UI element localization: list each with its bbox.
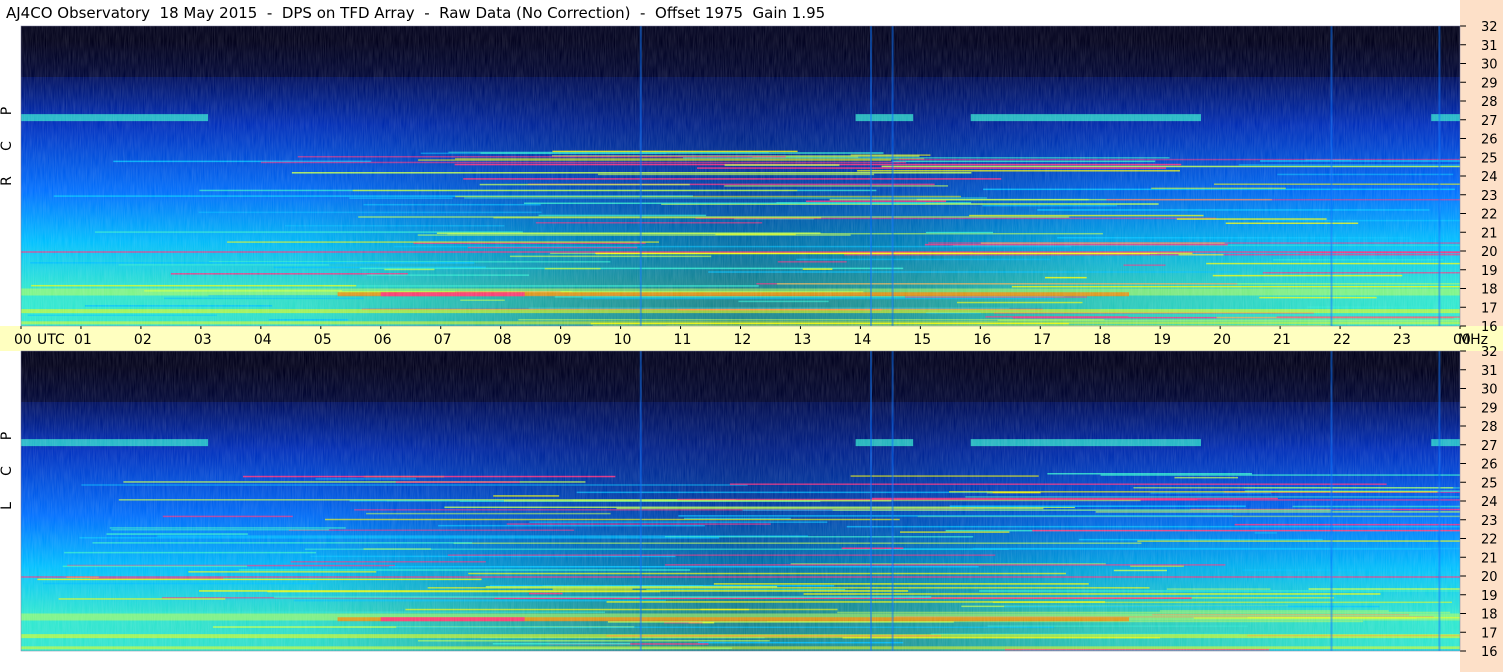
y-tick-label: 18: [1481, 608, 1498, 623]
x-tick-label: 19: [1153, 332, 1171, 348]
x-tick-label: 03: [194, 332, 212, 348]
y-tick-label: 32: [1481, 20, 1498, 35]
x-tick-label: 12: [734, 332, 752, 348]
y-tick-label: 31: [1481, 39, 1498, 54]
x-tick-label: 22: [1333, 332, 1351, 348]
y-tick-label: 20: [1481, 570, 1498, 585]
y-tick-label: 19: [1481, 589, 1498, 604]
x-tick-label: 23: [1393, 332, 1411, 348]
y-tick-label: 26: [1481, 133, 1498, 148]
y-tick-label: 26: [1481, 458, 1498, 473]
x-tick-label: 09: [554, 332, 572, 348]
noise-texture: [21, 26, 1460, 326]
polarization-letter: R: [0, 176, 15, 186]
x-tick-label: 13: [793, 332, 811, 348]
polarization-letter: P: [0, 107, 15, 115]
spectrogram-panel-1: [21, 26, 1460, 327]
y-tick-label: 27: [1481, 114, 1498, 129]
x-tick-label: 11: [674, 332, 692, 348]
x-tick-label: 14: [853, 332, 871, 348]
x-tick-label: 02: [134, 332, 152, 348]
y-tick-label: 25: [1481, 476, 1498, 491]
y-tick-label: 29: [1481, 401, 1498, 416]
x-tick-label: 16: [973, 332, 991, 348]
y-tick-label: 28: [1481, 95, 1498, 110]
x-tick-label: 06: [374, 332, 392, 348]
y-tick-label: 24: [1481, 495, 1498, 510]
x-tick-label: 18: [1093, 332, 1111, 348]
y-tick-label: 30: [1481, 383, 1498, 398]
y-tick-label: 18: [1481, 283, 1498, 298]
x-tick-label: 04: [254, 332, 272, 348]
y-tick-label: 32: [1481, 345, 1498, 360]
x-tick-label: 05: [314, 332, 332, 348]
y-tick-label: 31: [1481, 364, 1498, 379]
polarization-letter: C: [0, 141, 15, 151]
x-tick-label: 08: [494, 332, 512, 348]
spectrogram-panel-2: [21, 351, 1460, 651]
x-tick-label: 01: [74, 332, 92, 348]
y-tick-label: 22: [1481, 533, 1498, 548]
y-tick-label: 24: [1481, 170, 1498, 185]
y-tick-label: 25: [1481, 151, 1498, 166]
spectrogram-chart: 00 01 02 03 04 05 06 07 08 09 10 11 12 13 14 15 16 17 18 19…: [0, 0, 1503, 672]
x-tick-label: 21: [1273, 332, 1291, 348]
time-axis: 00 01 02 03 04 05 06 07 08 09 10 11 12 13 14 15 16 17 18 19…: [0, 326, 1503, 351]
y-tick-label: 27: [1481, 439, 1498, 454]
x-tick-label: 07: [434, 332, 452, 348]
x-tick-label: 10: [614, 332, 632, 348]
y-tick-label: 17: [1481, 301, 1498, 316]
x-unit-label: UTC: [37, 332, 65, 348]
y-tick-label: 21: [1481, 551, 1498, 566]
y-tick-label: 22: [1481, 208, 1498, 223]
noise-texture: [21, 351, 1460, 651]
x-tick-label: 15: [913, 332, 931, 348]
polarization-letter: L: [0, 502, 15, 510]
y-tick-label: 16: [1481, 645, 1498, 660]
y-tick-label: 16: [1481, 320, 1498, 335]
y-tick-label: 20: [1481, 245, 1498, 260]
y-tick-label: 23: [1481, 514, 1498, 529]
polarization-letter: P: [0, 432, 15, 440]
y-tick-label: 30: [1481, 58, 1498, 73]
y-tick-label: 28: [1481, 420, 1498, 435]
freq-strip-bottom: [1460, 351, 1503, 672]
y-tick-label: 17: [1481, 626, 1498, 641]
x-tick-label: 20: [1213, 332, 1231, 348]
y-tick-label: 21: [1481, 226, 1498, 241]
x-tick-label: 17: [1033, 332, 1051, 348]
y-tick-label: 19: [1481, 264, 1498, 279]
y-tick-label: 29: [1481, 76, 1498, 91]
x-tick-label: 00: [14, 332, 32, 348]
polarization-letter: C: [0, 466, 15, 476]
y-tick-label: 23: [1481, 189, 1498, 204]
